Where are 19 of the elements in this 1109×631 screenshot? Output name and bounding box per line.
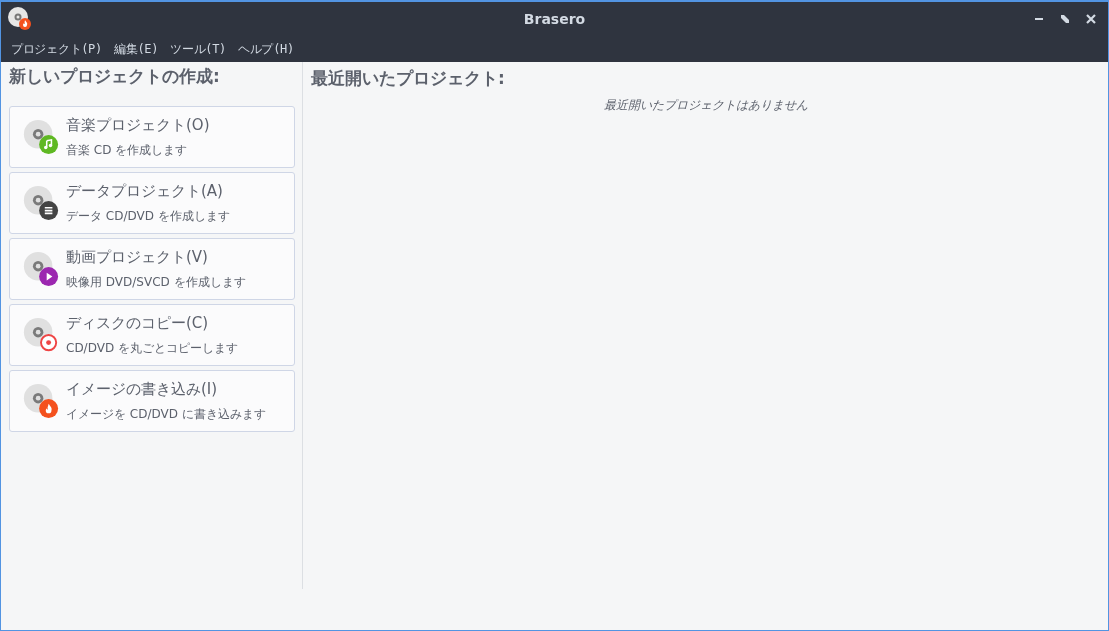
menu-item[interactable]: プロジェクト(P) (5, 40, 108, 58)
disc-list-icon (22, 183, 60, 222)
disc-music-note-icon (22, 117, 60, 156)
menu-item[interactable]: 編集(E) (108, 40, 165, 58)
project-button[interactable]: データプロジェクト(A) データ CD/DVD を作成します (9, 171, 295, 234)
empty-message: 最近開いたプロジェクトはありません (603, 96, 808, 114)
window-title: Brasero (523, 9, 586, 29)
project-button[interactable]: イメージの書き込み(I) イメージを CD/DVD に書き込みます (9, 369, 295, 432)
disc-flame-icon (22, 381, 60, 420)
disc-target-icon (22, 315, 60, 354)
project-button[interactable]: 音楽プロジェクト(O) 音楽 CD を作成します (9, 105, 295, 168)
section-heading: 新しいプロジェクトの作成: (9, 65, 221, 88)
menu-item[interactable]: ヘルプ(H) (232, 40, 300, 58)
project-button[interactable]: 動画プロジェクト(V) 映像用 DVD/SVCD を作成します (9, 237, 295, 300)
disc-play-icon (22, 249, 60, 288)
project-button[interactable]: ディスクのコピー(C) CD/DVD を丸ごとコピーします (9, 303, 295, 366)
app-icon (8, 7, 32, 31)
menu-item[interactable]: ツール(T) (164, 40, 233, 58)
section-heading: 最近開いたプロジェクト: (311, 67, 506, 90)
